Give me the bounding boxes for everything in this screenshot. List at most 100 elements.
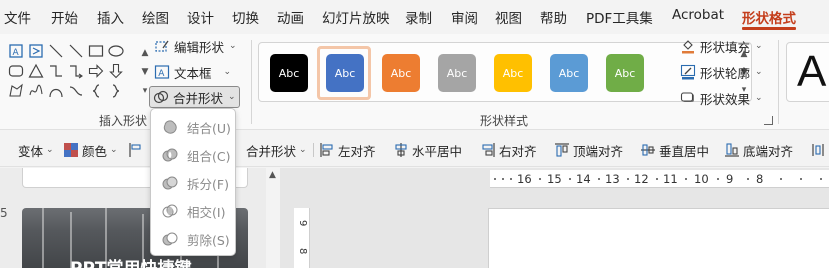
color-label: 颜色 bbox=[82, 143, 108, 159]
shape-fill-button[interactable]: 形状填充 ⌄ bbox=[677, 35, 766, 57]
style-swatch[interactable]: Abc bbox=[606, 54, 644, 92]
menu-acrobat[interactable]: Acrobat bbox=[672, 7, 724, 23]
menu-item-union[interactable]: 结合(U) bbox=[155, 114, 233, 140]
curve-shape-icon[interactable] bbox=[66, 82, 85, 100]
forest-texture bbox=[42, 208, 44, 268]
ruler-label: 15 bbox=[547, 172, 562, 186]
line-shape-icon[interactable] bbox=[66, 42, 85, 60]
triangle-shape-icon[interactable] bbox=[26, 62, 45, 80]
align-middle-button[interactable]: 垂直居中 bbox=[640, 140, 709, 160]
align-bottom-button[interactable]: 底端对齐 bbox=[724, 140, 793, 160]
quick-format-toolbar: 变体 ⌄ 颜色 ⌄ 合并形状 ⌄ 左对齐 水平居中 右对齐 顶端对齐 垂直居中 底端对… bbox=[0, 131, 829, 167]
menu-insert[interactable]: 插入 bbox=[97, 7, 124, 27]
rounded-rectangle-shape-icon[interactable] bbox=[6, 62, 25, 80]
style-swatch[interactable]: Abc bbox=[550, 54, 588, 92]
menu-view[interactable]: 视图 bbox=[495, 7, 522, 27]
align-center-icon bbox=[395, 143, 407, 157]
menu-design[interactable]: 设计 bbox=[187, 7, 214, 27]
ruler-tick bbox=[820, 178, 822, 180]
chevron-down-icon: ⌄ bbox=[229, 41, 237, 51]
ribbon: A ▲ ▼ ▾ 编辑形状 ⌄ A 文本框 ⌄ 合并形状 ⌄ 插入形状 Abc A… bbox=[0, 34, 829, 130]
align-icon[interactable] bbox=[128, 140, 147, 160]
align-bottom-icon bbox=[725, 143, 739, 157]
chevron-down-icon: ⌄ bbox=[228, 92, 236, 102]
line-shape-icon[interactable] bbox=[46, 42, 65, 60]
edit-shape-button[interactable]: 编辑形状 ⌄ bbox=[151, 35, 240, 57]
slide-thumbnail-title: PPT常用快捷键 bbox=[70, 254, 192, 268]
align-right-button[interactable]: 右对齐 bbox=[480, 140, 537, 160]
ruler-tick bbox=[494, 178, 496, 180]
elbow-arrow-connector-icon[interactable] bbox=[66, 62, 85, 80]
dialog-launcher-icon[interactable] bbox=[764, 116, 773, 125]
arc-shape-icon[interactable] bbox=[46, 82, 65, 100]
ruler-tick bbox=[800, 178, 802, 180]
menu-review[interactable]: 审阅 bbox=[451, 7, 478, 27]
menu-item-combine[interactable]: 组合(C) bbox=[155, 142, 233, 168]
menu-home[interactable]: 开始 bbox=[51, 7, 78, 27]
textbox-shape-icon[interactable]: A bbox=[6, 42, 25, 60]
merge-shapes-toolbar-button[interactable]: 合并形状 ⌄ bbox=[246, 140, 307, 160]
rectangle-shape-icon[interactable] bbox=[86, 42, 105, 60]
scroll-up-icon[interactable]: ▲ bbox=[140, 44, 150, 63]
right-arrow-shape-icon[interactable] bbox=[86, 62, 105, 80]
scroll-up-icon[interactable]: ▲ bbox=[269, 170, 276, 180]
menu-item-subtract[interactable]: 剪除(S) bbox=[155, 226, 233, 252]
chevron-down-icon: ⌄ bbox=[755, 93, 763, 103]
merge-shapes-menu: 结合(U) 组合(C) 拆分(F) 相交(I) 剪除(S) bbox=[150, 108, 236, 256]
distribute-icon[interactable] bbox=[811, 140, 829, 160]
text-box-button[interactable]: A 文本框 ⌄ bbox=[151, 61, 234, 83]
thumbnail-scrollbar[interactable]: ▲ bbox=[266, 168, 280, 268]
scribble-shape-icon[interactable] bbox=[26, 82, 45, 100]
fragment-icon bbox=[162, 176, 178, 190]
menu-record[interactable]: 录制 bbox=[405, 7, 432, 27]
down-arrow-shape-icon[interactable] bbox=[106, 62, 125, 80]
style-swatch[interactable]: Abc bbox=[382, 54, 420, 92]
shape-effects-button[interactable]: 形状效果 ⌄ bbox=[677, 87, 766, 109]
merge-shapes-button[interactable]: 合并形状 ⌄ bbox=[149, 86, 240, 108]
elbow-connector-icon[interactable] bbox=[46, 62, 65, 80]
style-swatch[interactable]: Abc bbox=[270, 54, 308, 92]
align-center-button[interactable]: 水平居中 bbox=[393, 140, 462, 160]
menu-slideshow[interactable]: 幻灯片放映 bbox=[322, 7, 390, 27]
text-box-label: 文本框 bbox=[174, 65, 212, 81]
menu-shape-format[interactable]: 形状格式 bbox=[742, 7, 796, 27]
shape-styles-group-label: 形状样式 bbox=[480, 114, 529, 128]
align-middle-icon bbox=[641, 144, 655, 156]
style-swatch[interactable]: Abc bbox=[438, 54, 476, 92]
menu-item-intersect[interactable]: 相交(I) bbox=[155, 198, 233, 224]
menu-item-label: 剪除(S) bbox=[187, 232, 230, 248]
chevron-down-icon: ⌄ bbox=[299, 145, 307, 155]
menu-transitions[interactable]: 切换 bbox=[232, 7, 259, 27]
freeform-shape-icon[interactable] bbox=[6, 82, 25, 100]
menu-animations[interactable]: 动画 bbox=[277, 7, 304, 27]
transform-button[interactable]: 变体 ⌄ bbox=[18, 140, 54, 160]
menu-item-label: 拆分(F) bbox=[187, 176, 229, 192]
ruler-tick bbox=[717, 178, 719, 180]
style-swatch[interactable]: Abc bbox=[494, 54, 532, 92]
ruler-label: 9 bbox=[297, 220, 308, 227]
align-left-button[interactable]: 左对齐 bbox=[319, 140, 376, 160]
align-left-icon bbox=[320, 143, 333, 157]
align-middle-label: 垂直居中 bbox=[659, 143, 710, 159]
shape-effects-icon bbox=[680, 92, 694, 102]
color-button[interactable]: 颜色 ⌄ bbox=[63, 140, 118, 160]
chevron-down-icon: ⌄ bbox=[223, 67, 232, 77]
oval-shape-icon[interactable] bbox=[106, 42, 125, 60]
align-right-icon bbox=[482, 143, 495, 157]
vertical-textbox-shape-icon[interactable] bbox=[26, 42, 45, 60]
svg-text:A: A bbox=[158, 69, 165, 79]
left-brace-shape-icon[interactable] bbox=[86, 82, 105, 100]
menu-item-fragment[interactable]: 拆分(F) bbox=[155, 170, 233, 196]
scroll-down-icon[interactable]: ▼ bbox=[140, 63, 150, 82]
style-swatch[interactable]: Abc bbox=[326, 54, 364, 92]
menu-pdf-tools[interactable]: PDF工具集 bbox=[586, 7, 653, 27]
menu-help[interactable]: 帮助 bbox=[540, 7, 567, 27]
ruler-tick bbox=[780, 178, 782, 180]
align-top-button[interactable]: 顶端对齐 bbox=[554, 140, 623, 160]
wordart-style-preview[interactable]: A bbox=[786, 42, 829, 102]
menu-file[interactable]: 文件 bbox=[4, 7, 31, 27]
shape-outline-button[interactable]: 形状轮廓 ⌄ bbox=[677, 61, 766, 83]
menu-draw[interactable]: 绘图 bbox=[142, 7, 169, 27]
right-brace-shape-icon[interactable] bbox=[106, 82, 125, 100]
slide-canvas[interactable] bbox=[488, 208, 829, 268]
